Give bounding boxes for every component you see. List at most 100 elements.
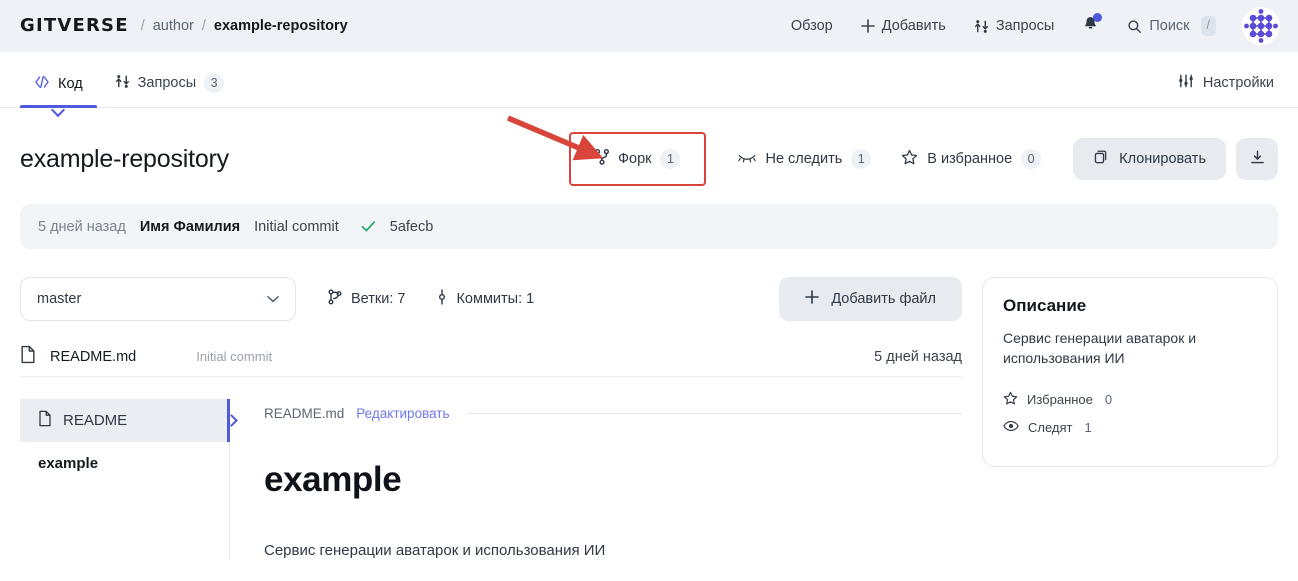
unwatch-count: 1	[851, 149, 872, 169]
file-commit-message: Initial commit	[196, 349, 273, 364]
description-stat-watchers[interactable]: Следят 1	[1003, 420, 1257, 435]
repo-right-column: Описание Сервис генерации аватарок и исп…	[982, 277, 1278, 559]
divider	[467, 412, 962, 414]
description-text: Сервис генерации аватарок и использовани…	[1003, 330, 1197, 367]
nav-item-requests[interactable]: Запросы	[960, 11, 1068, 41]
file-icon	[20, 345, 36, 368]
commit-timestamp: 5 дней назад	[38, 218, 126, 235]
code-icon	[34, 75, 50, 93]
description-stat-favorites[interactable]: Избранное 0	[1003, 391, 1257, 409]
search-label: Поиск	[1149, 18, 1190, 34]
header-nav: Обзор Добавить Запросы Поиск /	[777, 7, 1280, 45]
clone-button[interactable]: Клонировать	[1073, 138, 1226, 180]
repo-action-bar: Форк 1 Не следить 1 В избранное 0 Клонир…	[568, 132, 1278, 186]
branch-toolbar: master Ветки: 7 Коммиты: 1 Добавить файл	[20, 277, 962, 321]
breadcrumb-owner[interactable]: author	[153, 18, 194, 34]
latest-commit-bar: 5 дней назад Имя Фамилия Initial commit …	[20, 204, 1278, 249]
file-timestamp: 5 дней назад	[874, 348, 962, 365]
settings-link[interactable]: Настройки	[1174, 63, 1278, 107]
nav-item-overview[interactable]: Обзор	[777, 11, 847, 41]
search-icon	[1127, 19, 1142, 34]
repo-left-column: master Ветки: 7 Коммиты: 1 Добавить файл…	[20, 277, 962, 559]
fork-label: Форк	[617, 151, 652, 167]
add-file-button[interactable]: Добавить файл	[779, 277, 962, 321]
branch-icon	[328, 289, 342, 309]
readme-viewer: README.md Редактировать example Сервис г…	[230, 399, 962, 559]
stat-commits[interactable]: Коммиты: 1	[437, 289, 534, 309]
notification-dot-badge	[1093, 12, 1103, 22]
tab-code[interactable]: Код	[20, 65, 97, 118]
description-stat-favorites-value: 0	[1104, 392, 1113, 408]
sidebar-item-example[interactable]: example	[20, 442, 229, 484]
eye-slash-icon	[738, 150, 757, 168]
tab-code-label: Код	[58, 76, 83, 92]
fork-highlight-box: Форк 1	[568, 132, 707, 186]
readme-toolbar: README.md Редактировать	[264, 399, 962, 427]
commit-author[interactable]: Имя Фамилия	[140, 219, 240, 235]
tab-requests-label: Запросы	[137, 75, 197, 91]
copy-icon	[1093, 149, 1109, 169]
stat-commits-label: Коммиты: 1	[456, 291, 535, 307]
favorite-count: 0	[1021, 149, 1042, 169]
fork-button[interactable]: Форк 1	[581, 140, 695, 178]
description-stat-favorites-label: Избранное	[1027, 392, 1093, 408]
avatar[interactable]	[1242, 7, 1280, 45]
download-button[interactable]	[1236, 138, 1278, 180]
description-stat-watchers-label: Следят	[1028, 419, 1073, 435]
app-header: GITVERSE / author / example-repository О…	[0, 0, 1298, 52]
repo-tabbar: Код Запросы 3 Настройки	[0, 52, 1298, 118]
file-list: README.md Initial commit 5 дней назад	[20, 337, 962, 377]
stat-branches[interactable]: Ветки: 7	[328, 289, 405, 309]
user-avatar-pattern	[1242, 7, 1280, 45]
unwatch-label: Не следить	[765, 151, 843, 167]
notifications-button[interactable]	[1068, 8, 1113, 45]
add-file-label: Добавить файл	[831, 291, 936, 307]
readme-paragraph: Сервис генерации аватарок и использовани…	[264, 542, 606, 559]
branch-select[interactable]: master	[20, 277, 296, 321]
readme-sidenav: README example	[20, 399, 238, 559]
search-button[interactable]: Поиск /	[1113, 9, 1230, 43]
download-icon	[1249, 149, 1266, 169]
gitverse-logo[interactable]: GITVERSE	[20, 17, 129, 35]
edit-readme-link[interactable]: Редактировать	[356, 406, 449, 421]
stat-branches-label: Ветки: 7	[351, 291, 406, 307]
tab-requests-count: 3	[204, 73, 225, 93]
commit-message[interactable]: Initial commit	[254, 219, 339, 235]
file-icon	[38, 410, 52, 431]
readme-heading: example	[264, 460, 402, 499]
eye-icon	[1003, 420, 1019, 435]
tab-requests[interactable]: Запросы 3	[101, 63, 238, 107]
clone-label: Клонировать	[1119, 151, 1206, 167]
pull-request-icon	[974, 19, 989, 34]
favorite-button[interactable]: В избранное 0	[887, 140, 1055, 179]
nav-item-add[interactable]: Добавить	[847, 11, 960, 41]
file-name[interactable]: README.md	[50, 349, 136, 365]
branch-select-value: master	[37, 291, 82, 307]
nav-item-add-label: Добавить	[881, 18, 946, 34]
unwatch-button[interactable]: Не следить 1	[724, 140, 885, 178]
plus-icon	[860, 19, 875, 33]
page-title: example-repository	[20, 144, 229, 173]
breadcrumb: / author / example-repository	[141, 18, 348, 34]
commit-hash[interactable]: 5afecb	[390, 219, 434, 235]
chevron-down-icon	[267, 291, 279, 307]
favorite-label: В избранное	[927, 151, 1013, 167]
fork-count: 1	[660, 149, 681, 169]
fork-icon	[594, 148, 609, 169]
breadcrumb-repo[interactable]: example-repository	[214, 18, 348, 34]
nav-item-requests-label: Запросы	[995, 18, 1055, 34]
description-panel: Описание Сервис генерации аватарок и исп…	[982, 277, 1278, 467]
settings-label: Настройки	[1202, 75, 1274, 91]
repo-header-row: example-repository Форк 1 Не следить 1 В…	[0, 108, 1298, 186]
breadcrumb-separator-1: /	[140, 18, 145, 34]
readme-file-name: README.md	[264, 405, 345, 421]
table-row[interactable]: README.md Initial commit 5 дней назад	[20, 337, 962, 377]
readme-section: README example README.md Редактировать e…	[20, 399, 962, 559]
main-content: master Ветки: 7 Коммиты: 1 Добавить файл…	[0, 249, 1298, 559]
breadcrumb-separator-2: /	[201, 18, 206, 34]
sidebar-item-readme-label: README	[63, 412, 128, 429]
sidebar-item-readme[interactable]: README	[20, 399, 238, 442]
star-icon	[901, 149, 918, 170]
nav-item-overview-label: Обзор	[790, 18, 833, 34]
description-stat-watchers-value: 1	[1084, 419, 1092, 435]
